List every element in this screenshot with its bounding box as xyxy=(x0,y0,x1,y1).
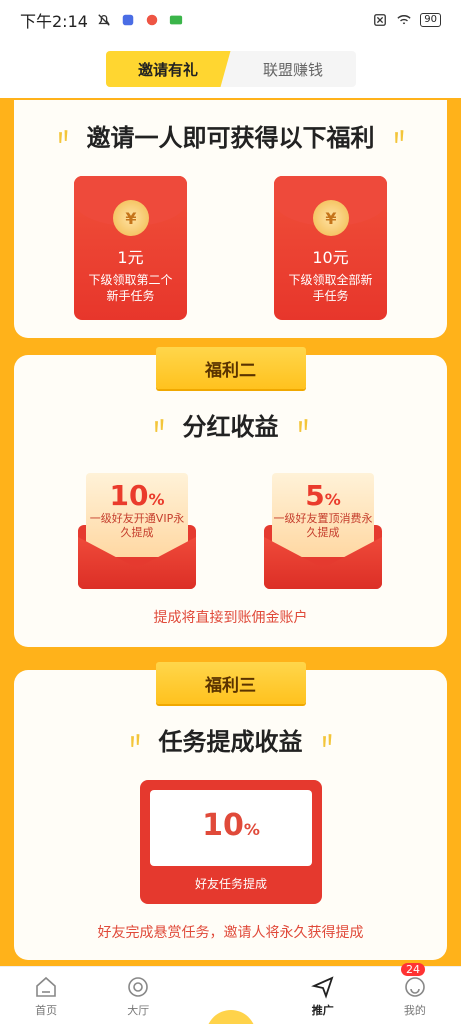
bonus-envelope-1: 10% 一级好友开通VIP永久提成 xyxy=(78,473,196,589)
hall-icon xyxy=(128,977,149,997)
nav-profile-label: 我的 xyxy=(403,1004,426,1017)
earn-button[interactable]: 赚 xyxy=(205,1010,256,1024)
nav-promote[interactable]: 推广 xyxy=(277,975,369,1024)
sparkle-icon: 〃 xyxy=(313,726,341,756)
envelope-amount: 10元 xyxy=(312,248,349,267)
nav-earn[interactable]: 赚 xyxy=(184,1010,276,1024)
benefit-card-2: 福利二 〃 分红收益 〃 10% 一级好友开通VIP永久提成 5% 一级好友置顶… xyxy=(14,347,447,647)
tab-alliance[interactable]: 联盟赚钱 xyxy=(231,51,356,87)
benefit-card-1: 〃 邀请一人即可获得以下福利 〃 ¥ 1元 下级领取第二个新手任务 ¥ 10元 … xyxy=(14,100,447,338)
commission-ticket: 10% 好友任务提成 xyxy=(140,780,322,904)
sparkle-icon: 〃 xyxy=(289,411,317,441)
benefit2-note: 提成将直接到账佣金账户 xyxy=(153,610,308,626)
benefit1-heading-row: 〃 邀请一人即可获得以下福利 〃 xyxy=(14,118,447,153)
nav-home[interactable]: 首页 xyxy=(0,975,92,1024)
benefit3-heading: 任务提成收益 xyxy=(158,728,303,756)
benefit-card-3: 福利三 〃 任务提成收益 〃 10% 好友任务提成 好友完成悬赏任务，邀请人将永… xyxy=(14,662,447,960)
bonus-percent: 10% xyxy=(109,479,165,512)
sparkle-icon: 〃 xyxy=(385,122,413,152)
battery-indicator: 90 xyxy=(420,13,441,27)
share-icon xyxy=(310,976,334,999)
app-notification-icon xyxy=(122,14,134,26)
red-envelope-2: ¥ 10元 下级领取全部新手任务 xyxy=(274,176,387,320)
benefit3-heading-row: 〃 任务提成收益 〃 xyxy=(14,722,447,757)
tab-header: 邀请有礼 联盟赚钱 xyxy=(0,40,461,98)
nav-hall[interactable]: 大厅 xyxy=(92,975,184,1024)
app-notification-icon-2 xyxy=(146,14,158,26)
tab-invite[interactable]: 邀请有礼 xyxy=(105,51,231,87)
bonus-desc: 一级好友置顶消费永久提成 xyxy=(273,512,373,539)
envelope-desc: 下级领取第二个新手任务 xyxy=(88,273,173,303)
profile-icon xyxy=(405,977,425,997)
red-envelope-1: ¥ 1元 下级领取第二个新手任务 xyxy=(74,176,187,320)
no-sim-icon xyxy=(374,14,387,26)
ticket-inner: 10% xyxy=(150,790,312,866)
bottom-nav: 首页 大厅 赚 推广 24 我的 xyxy=(0,963,461,1024)
envelope-amount: 1元 xyxy=(117,248,144,267)
message-app-icon xyxy=(169,15,183,25)
sparkle-icon: 〃 xyxy=(49,122,77,152)
benefit2-heading: 分红收益 xyxy=(182,413,279,441)
nav-promote-label: 推广 xyxy=(311,1004,334,1017)
status-time: 下午2:14 xyxy=(20,12,88,31)
bonus-paper: 5% 一级好友置顶消费永久提成 xyxy=(272,473,374,557)
bonus-envelope-2: 5% 一级好友置顶消费永久提成 xyxy=(264,473,382,589)
ticket-percent: 10% xyxy=(202,808,260,843)
benefit1-heading: 邀请一人即可获得以下福利 xyxy=(86,124,375,152)
benefit2-ribbon: 福利二 xyxy=(155,347,306,389)
benefit3-note: 好友完成悬赏任务，邀请人将永久获得提成 xyxy=(97,925,364,941)
coin-icon: ¥ xyxy=(313,200,349,236)
wifi-icon xyxy=(397,15,411,25)
bonus-desc: 一级好友开通VIP永久提成 xyxy=(89,512,185,539)
bonus-paper: 10% 一级好友开通VIP永久提成 xyxy=(86,473,188,557)
nav-home-label: 首页 xyxy=(35,1004,58,1017)
home-icon xyxy=(36,976,56,997)
nav-hall-label: 大厅 xyxy=(127,1004,150,1017)
nav-profile[interactable]: 24 我的 xyxy=(369,963,461,1024)
ticket-label: 好友任务提成 xyxy=(194,877,267,891)
bonus-percent: 5% xyxy=(305,479,341,512)
coin-icon: ¥ xyxy=(113,200,149,236)
tab-group: 邀请有礼 联盟赚钱 xyxy=(105,51,356,87)
benefit3-ribbon: 福利三 xyxy=(155,662,306,704)
mute-bell-icon xyxy=(98,14,110,26)
notification-badge: 24 xyxy=(401,963,426,976)
envelope-desc: 下级领取全部新手任务 xyxy=(288,273,373,303)
status-bar: 下午2:14 90 xyxy=(0,0,461,40)
sparkle-icon: 〃 xyxy=(121,726,149,756)
sparkle-icon: 〃 xyxy=(145,411,173,441)
benefit2-heading-row: 〃 分红收益 〃 xyxy=(14,407,447,442)
